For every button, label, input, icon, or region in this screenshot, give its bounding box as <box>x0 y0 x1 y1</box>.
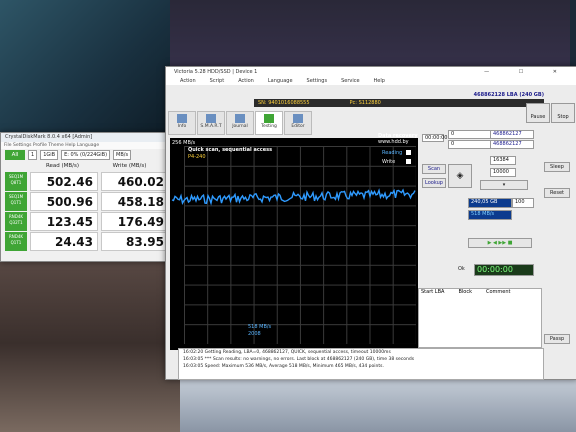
end-lba-field-2[interactable]: 468862127 <box>490 140 534 149</box>
testing-icon <box>264 114 274 123</box>
wallpaper-left <box>0 0 170 140</box>
victoria-titlebar: Victoria 5.28 HDD/SSD | Device 1 — ☐ ✕ <box>166 67 576 77</box>
col-comment: Comment <box>485 289 511 295</box>
crystaldiskmark-window[interactable]: CrystalDiskMark 8.0.4 x64 [Admin] File S… <box>0 132 172 262</box>
menu-item[interactable]: Action <box>238 77 254 85</box>
direction-pad[interactable]: ◈ <box>448 164 472 188</box>
editor-icon <box>293 114 303 123</box>
col-block: Block <box>458 289 472 295</box>
menu-item[interactable]: Help <box>374 77 385 85</box>
write-header: Write (MB/s) <box>112 163 147 169</box>
cdm-results: SEQ1M Q8T1 502.46 460.02 SEQ1M Q1T1 500.96 45… <box>1 172 171 251</box>
cdm-row: RND4K Q1T1 24.43 83.95 <box>1 232 171 251</box>
start-lba-field-2[interactable]: 0 <box>448 140 492 149</box>
size-select[interactable]: 1GiB <box>40 150 59 160</box>
read-value: 500.96 <box>30 192 98 211</box>
menu-item[interactable]: Language <box>268 77 293 85</box>
window-controls[interactable]: — ☐ ✕ <box>484 67 571 77</box>
log-line: 16:03:05 Speed: Maximum 536 MB/s, Averag… <box>183 364 384 369</box>
timer-display: 00:00:00 <box>474 264 534 276</box>
tab-editor[interactable]: Editor <box>284 111 312 135</box>
read-header: Read (MB/s) <box>45 163 80 169</box>
defects-table: Start LBA Block Comment <box>418 288 542 348</box>
sleep-button[interactable]: Sleep <box>544 162 570 172</box>
write-value: 83.95 <box>101 232 169 251</box>
drive-select[interactable]: E: 0% (0/224GiB) <box>61 150 111 160</box>
passp-button[interactable]: Passp <box>544 334 570 344</box>
runs-select[interactable]: 1 <box>28 150 38 160</box>
reset-button[interactable]: Reset <box>544 188 570 198</box>
percent-box: 100 <box>512 198 534 208</box>
scan-button[interactable]: Scan <box>422 164 446 174</box>
control-panel: 00:00:00 0 468862127 0 468862127 16384 1… <box>418 128 540 288</box>
cursor-speed: 518 MB/s <box>248 324 272 330</box>
all-button[interactable]: All <box>5 150 25 160</box>
journal-icon <box>235 114 245 123</box>
test-button[interactable]: SEQ1M Q1T1 <box>5 192 27 211</box>
menu-item[interactable]: Action <box>180 77 196 85</box>
log-line: 16:02:20 Getting Reading, LBA=0, 4688621… <box>183 350 391 355</box>
tab-smart[interactable]: S.M.A.R.T <box>197 111 225 135</box>
read-value: 123.45 <box>30 212 98 231</box>
cdm-row: SEQ1M Q8T1 502.46 460.02 <box>1 172 171 191</box>
write-value: 458.18 <box>101 192 169 211</box>
cdm-row: SEQ1M Q1T1 500.96 458.18 <box>1 192 171 211</box>
test-button[interactable]: RND4K Q32T1 <box>5 212 27 231</box>
desk-area <box>180 375 576 432</box>
device-info: Pc: S112880 <box>349 100 381 106</box>
read-value: 502.46 <box>30 172 98 191</box>
block-size-select[interactable]: 16384 <box>490 156 516 165</box>
cdm-menubar[interactable]: File Settings Profile Theme Help Languag… <box>1 142 171 149</box>
tab-info[interactable]: Info <box>168 111 196 135</box>
cdm-header: Read (MB/s) Write (MB/s) <box>1 161 171 171</box>
menu-item[interactable]: Settings <box>307 77 328 85</box>
playback-controls[interactable]: ▶ ◀ ▶▶ ■ <box>468 238 532 248</box>
unit-select[interactable]: MB/s <box>113 150 132 160</box>
cdm-row: RND4K Q32T1 123.45 176.49 <box>1 212 171 231</box>
end-lba-field[interactable]: 468862127 <box>490 130 534 139</box>
read-value: 24.43 <box>30 232 98 251</box>
test-button[interactable]: SEQ1M Q8T1 <box>5 172 27 191</box>
test-button[interactable]: RND4K Q1T1 <box>5 232 27 251</box>
speed-box: 518 MB/s <box>468 210 512 220</box>
menu-item[interactable]: Service <box>341 77 359 85</box>
grid-label: Ok <box>458 266 465 272</box>
cursor-pos: 2008 <box>248 331 261 337</box>
serial-number: SN: 9401016088555 <box>258 100 310 106</box>
info-icon <box>177 114 187 123</box>
victoria-menubar[interactable]: Action Script Action Language Settings Servic… <box>166 77 576 85</box>
time-box[interactable]: 00:00:00 <box>422 134 447 142</box>
tab-testing[interactable]: Testing <box>255 111 283 135</box>
write-value: 176.49 <box>101 212 169 231</box>
timeout-select[interactable]: 10000 <box>490 168 516 177</box>
device-bar: SN: 9401016088555 Pc: S112880 <box>254 99 544 107</box>
log-line: 16:03:05 *** Scan results: no warnings, … <box>183 357 415 362</box>
event-log: 16:02:20 Getting Reading, LBA=0, 4688621… <box>178 348 544 380</box>
victoria-tabs: Info S.M.A.R.T Journal Testing Editor <box>168 111 312 135</box>
lba-info: 468862128 LBA (240 GB) <box>473 92 544 98</box>
capacity-box: 240,05 GB <box>468 198 512 208</box>
start-lba-field[interactable]: 0 <box>448 130 492 139</box>
freeze-button[interactable]: ▾ <box>480 180 528 190</box>
speed-curve <box>171 188 416 206</box>
speed-graph: 256 MB/s Quick scan, sequential access P… <box>170 133 418 350</box>
menu-item[interactable]: Script <box>210 77 225 85</box>
cdm-controls: All 1 1GiB E: 0% (0/224GiB) MB/s <box>1 149 171 161</box>
smart-icon <box>206 114 216 123</box>
keyboard-area <box>0 255 180 432</box>
col-start-lba: Start LBA <box>421 289 445 295</box>
lookup-button[interactable]: Lookup <box>422 178 446 188</box>
side-panel: Sleep Reset Passp <box>540 100 576 380</box>
tab-journal[interactable]: Journal <box>226 111 254 135</box>
cdm-titlebar: CrystalDiskMark 8.0.4 x64 [Admin] <box>1 133 171 142</box>
write-value: 460.02 <box>101 172 169 191</box>
victoria-title: Victoria 5.28 HDD/SSD | Device 1 <box>174 69 258 75</box>
